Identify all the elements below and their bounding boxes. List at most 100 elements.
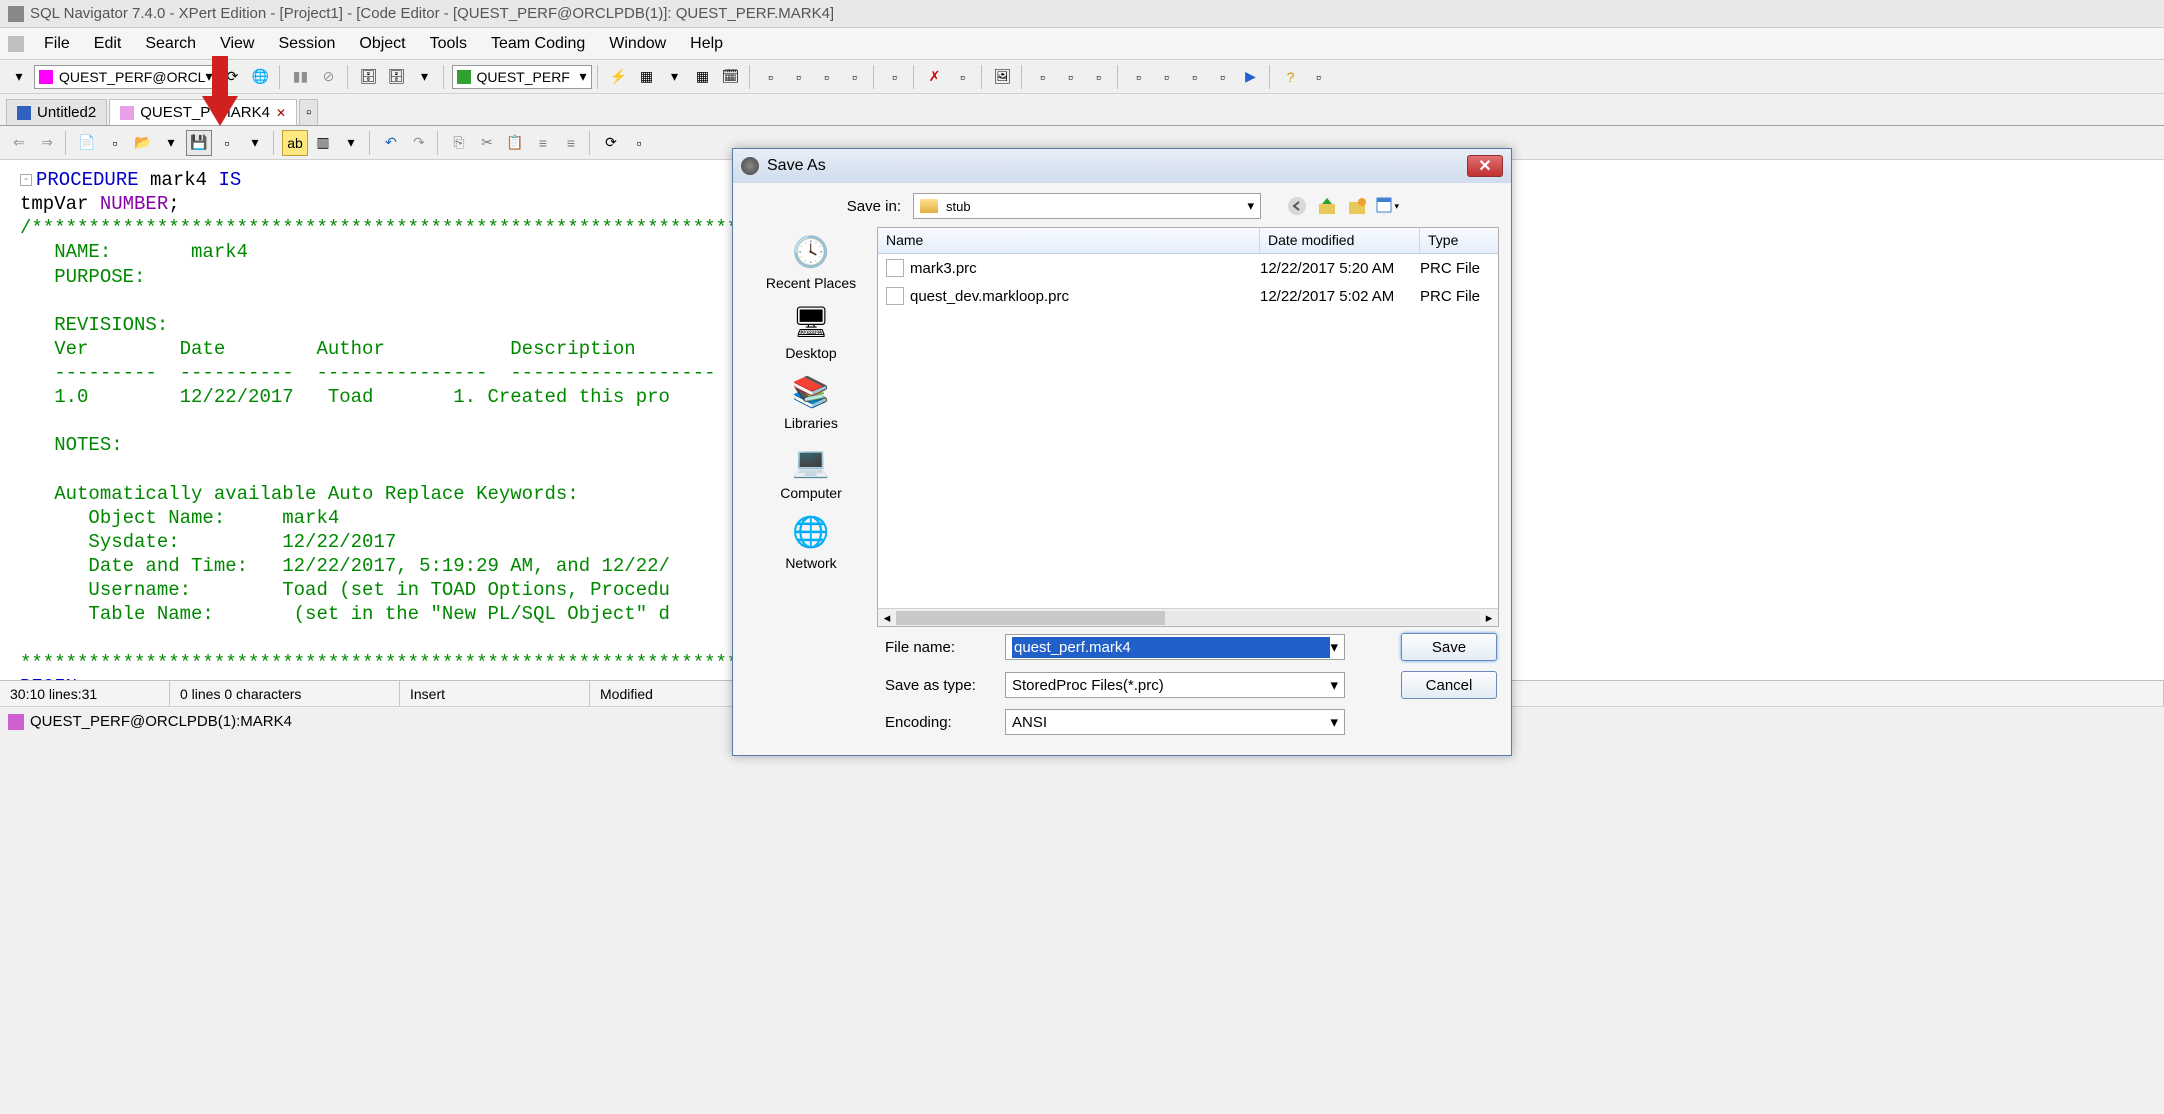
po-tab-icon (120, 106, 134, 120)
undo-icon[interactable]: ↶ (378, 130, 404, 156)
tool-b2-icon[interactable]: ▫ (786, 64, 812, 90)
tool-grid-icon[interactable]: ▦ (690, 64, 716, 90)
connection-combo[interactable]: QUEST_PERF@ORCL ▾ (34, 65, 218, 89)
toolbar-btn-1[interactable]: ▾ (6, 64, 32, 90)
menu-object[interactable]: Object (347, 31, 417, 57)
nav-back-button[interactable] (1285, 194, 1309, 218)
menu-search[interactable]: Search (133, 31, 208, 57)
tool-b1-icon[interactable]: ▫ (758, 64, 784, 90)
menu-teamcoding[interactable]: Team Coding (479, 31, 597, 57)
menu-file[interactable]: File (32, 31, 82, 57)
tool-e1-icon[interactable]: ▫ (1030, 64, 1056, 90)
open-icon[interactable]: 📂 (130, 130, 156, 156)
col-date[interactable]: Date modified (1260, 228, 1420, 253)
menu-session[interactable]: Session (266, 31, 347, 57)
place-recent[interactable]: 🕓 Recent Places (766, 233, 856, 291)
copy-icon[interactable]: ⎘ (446, 130, 472, 156)
horizontal-scrollbar[interactable]: ◂ ▸ (878, 608, 1498, 626)
tool-last-icon[interactable]: ▫ (1306, 64, 1332, 90)
db-icon[interactable]: 🗄 (356, 64, 382, 90)
tool-help-icon[interactable]: ? (1278, 64, 1304, 90)
savetype-combo[interactable]: StoredProc Files(*.prc) ▾ (1005, 672, 1345, 698)
place-network[interactable]: 🌐 Network (785, 513, 836, 571)
filename-field[interactable] (1012, 637, 1330, 658)
etb-misc-icon[interactable]: ▫ (626, 130, 652, 156)
paste-icon[interactable]: 📋 (502, 130, 528, 156)
saveas-titlebar[interactable]: Save As ✕ (733, 149, 1511, 183)
tool-b4-icon[interactable]: ▫ (842, 64, 868, 90)
split-icon[interactable]: ▥ (310, 130, 336, 156)
tool-a-icon[interactable]: ▦ (634, 64, 660, 90)
cut-icon[interactable]: ✂ (474, 130, 500, 156)
stop-icon[interactable]: ⊘ (316, 64, 342, 90)
tool-c1-icon[interactable]: ▫ (882, 64, 908, 90)
save-icon[interactable]: 💾 (186, 130, 212, 156)
pause-icon[interactable]: ▮▮ (288, 64, 314, 90)
nav-back-icon[interactable]: ⇐ (6, 130, 32, 156)
tool-f3-icon[interactable]: ▫ (1182, 64, 1208, 90)
scroll-thumb[interactable] (896, 611, 1165, 625)
session-combo[interactable]: QUEST_PERF ▾ (452, 65, 592, 89)
file-row[interactable]: quest_dev.markloop.prc 12/22/2017 5:02 A… (878, 282, 1498, 310)
save-drop2-icon[interactable]: ▾ (242, 130, 268, 156)
new-folder-button[interactable] (1345, 194, 1369, 218)
titlebar-text: SQL Navigator 7.4.0 - XPert Edition - [P… (30, 5, 834, 22)
tab-untitled2[interactable]: Untitled2 (6, 99, 107, 125)
view-menu-button[interactable]: ▾ (1375, 194, 1399, 218)
savein-combo[interactable]: stub ▾ (913, 193, 1261, 219)
save-button[interactable]: Save (1401, 633, 1497, 661)
tool-run-icon[interactable]: ⚡ (606, 64, 632, 90)
tool-f4-icon[interactable]: ▫ (1210, 64, 1236, 90)
tool-e2-icon[interactable]: ▫ (1058, 64, 1084, 90)
file-row[interactable]: mark3.prc 12/22/2017 5:20 AM PRC File (878, 254, 1498, 282)
tool-delete-icon[interactable]: ✗ (922, 64, 948, 90)
nav-up-button[interactable] (1315, 194, 1339, 218)
indent-icon[interactable]: ≡ (530, 130, 556, 156)
new-drop-icon[interactable]: ▫ (102, 130, 128, 156)
fold-icon[interactable]: - (20, 174, 32, 186)
tool-drop-icon[interactable]: ▾ (662, 64, 688, 90)
menu-edit[interactable]: Edit (82, 31, 134, 57)
db-drop-icon[interactable]: ▾ (412, 64, 438, 90)
tool-play-icon[interactable]: ▶ (1238, 64, 1264, 90)
open-drop-icon[interactable]: ▾ (158, 130, 184, 156)
tool-img-icon[interactable]: 🖼 (990, 64, 1016, 90)
tool-b3-icon[interactable]: ▫ (814, 64, 840, 90)
outdent-icon[interactable]: ≡ (558, 130, 584, 156)
save-drop-icon[interactable]: ▫ (214, 130, 240, 156)
encoding-combo[interactable]: ANSI ▾ (1005, 709, 1345, 735)
scroll-left-icon[interactable]: ◂ (878, 610, 896, 626)
tool-e3-icon[interactable]: ▫ (1086, 64, 1112, 90)
place-desktop[interactable]: 🖥 Desktop (785, 303, 836, 361)
connection-label: QUEST_PERF@ORCLPDB(1):MARK4 (30, 713, 292, 730)
reload-icon[interactable]: ⟳ (598, 130, 624, 156)
menu-tools[interactable]: Tools (418, 31, 479, 57)
tool-sql-icon[interactable]: ▫ (1154, 64, 1180, 90)
close-icon[interactable]: ✕ (276, 106, 286, 120)
col-type[interactable]: Type (1420, 228, 1498, 253)
menu-help[interactable]: Help (678, 31, 735, 57)
split-drop-icon[interactable]: ▾ (338, 130, 364, 156)
filename-input[interactable]: ▾ (1005, 634, 1345, 660)
db2-icon[interactable]: 🗄 (384, 64, 410, 90)
col-name[interactable]: Name (878, 228, 1260, 253)
new-file-icon[interactable]: 📄 (74, 130, 100, 156)
close-button[interactable]: ✕ (1467, 155, 1503, 177)
file-list[interactable]: mark3.prc 12/22/2017 5:20 AM PRC File qu… (878, 254, 1498, 608)
cancel-button[interactable]: Cancel (1401, 671, 1497, 699)
app-icon (8, 6, 24, 22)
tool-sched-icon[interactable]: 🗓 (718, 64, 744, 90)
scroll-right-icon[interactable]: ▸ (1480, 610, 1498, 626)
redo-icon[interactable]: ↷ (406, 130, 432, 156)
place-computer[interactable]: 💻 Computer (780, 443, 841, 501)
menu-view[interactable]: View (208, 31, 266, 57)
tab-new[interactable]: ▫ (299, 99, 318, 125)
place-libraries[interactable]: 📚 Libraries (784, 373, 838, 431)
highlight-icon[interactable]: ab (282, 130, 308, 156)
globe-icon[interactable]: 🌐 (248, 64, 274, 90)
nav-fwd-icon[interactable]: ⇒ (34, 130, 60, 156)
file-header[interactable]: Name Date modified Type (878, 228, 1498, 254)
tool-f1-icon[interactable]: ▫ (1126, 64, 1152, 90)
tool-d2-icon[interactable]: ▫ (950, 64, 976, 90)
menu-window[interactable]: Window (597, 31, 678, 57)
